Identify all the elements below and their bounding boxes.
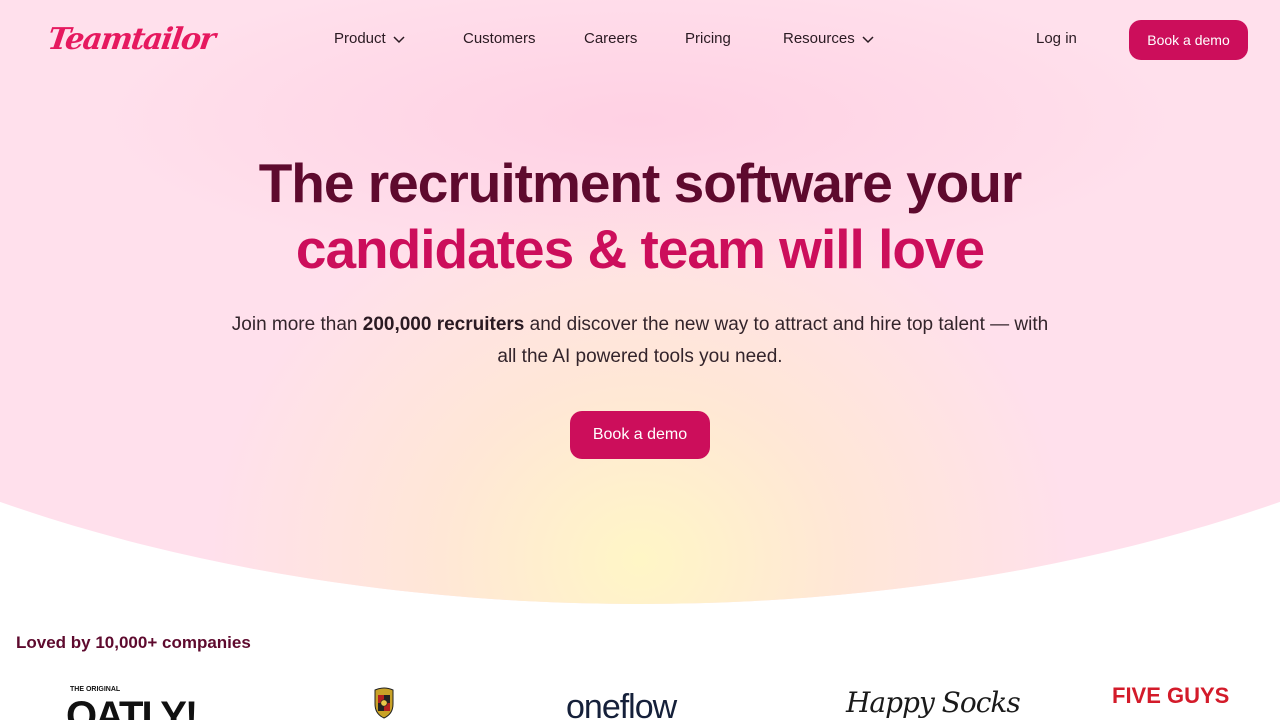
nav-item-label: Customers bbox=[463, 30, 536, 47]
hero-background bbox=[0, 0, 1280, 604]
happy-socks-logo: Happy Socks bbox=[846, 686, 1021, 719]
chevron-down-icon bbox=[862, 35, 874, 43]
subtitle-text-start: Join more than bbox=[231, 314, 363, 335]
nav-item-customers[interactable]: Customers bbox=[463, 30, 536, 47]
hero-headline: The recruitment software your candidates… bbox=[0, 150, 1280, 282]
nav-item-careers[interactable]: Careers bbox=[584, 30, 637, 47]
nav-item-resources[interactable]: Resources bbox=[783, 30, 875, 47]
nav-item-product[interactable]: Product bbox=[334, 30, 406, 47]
teamtailor-logo[interactable]: Teamtailor bbox=[46, 22, 217, 57]
oneflow-logo: oneflow bbox=[566, 688, 677, 720]
porsche-crest-icon bbox=[374, 687, 394, 719]
nav-item-label: Resources bbox=[783, 30, 855, 47]
nav-item-pricing[interactable]: Pricing bbox=[685, 30, 731, 47]
nav-item-label: Pricing bbox=[685, 30, 731, 47]
nav-item-label: Careers bbox=[584, 30, 638, 47]
oatly-tagline: THE ORIGINAL bbox=[70, 686, 121, 693]
hero-subtitle: Join more than 200,000 recruiters and di… bbox=[220, 309, 1060, 373]
five-guys-logo: FIVE GUYS bbox=[1112, 683, 1230, 708]
book-demo-button-header[interactable]: Book a demo bbox=[1129, 20, 1248, 60]
book-demo-button-hero[interactable]: Book a demo bbox=[570, 411, 710, 459]
top-navigation: Teamtailor Product Customers Careers Pri… bbox=[0, 0, 1280, 80]
login-link[interactable]: Log in bbox=[1036, 30, 1077, 47]
headline-line-1: The recruitment software your bbox=[258, 152, 1023, 214]
customers-heading: Loved by 10,000+ companies bbox=[16, 633, 251, 652]
oatly-wordmark: OATLY! bbox=[66, 694, 198, 720]
headline-line-2: candidates & team will love bbox=[295, 218, 985, 280]
subtitle-text-end: and discover the new way to attract and … bbox=[497, 314, 1049, 367]
customer-logos-row: THE ORIGINAL OATLY! oneflow Happy Socks … bbox=[0, 680, 1280, 720]
chevron-down-icon bbox=[393, 35, 405, 43]
subtitle-highlight: 200,000 recruiters bbox=[362, 314, 525, 335]
nav-item-label: Product bbox=[334, 30, 386, 47]
